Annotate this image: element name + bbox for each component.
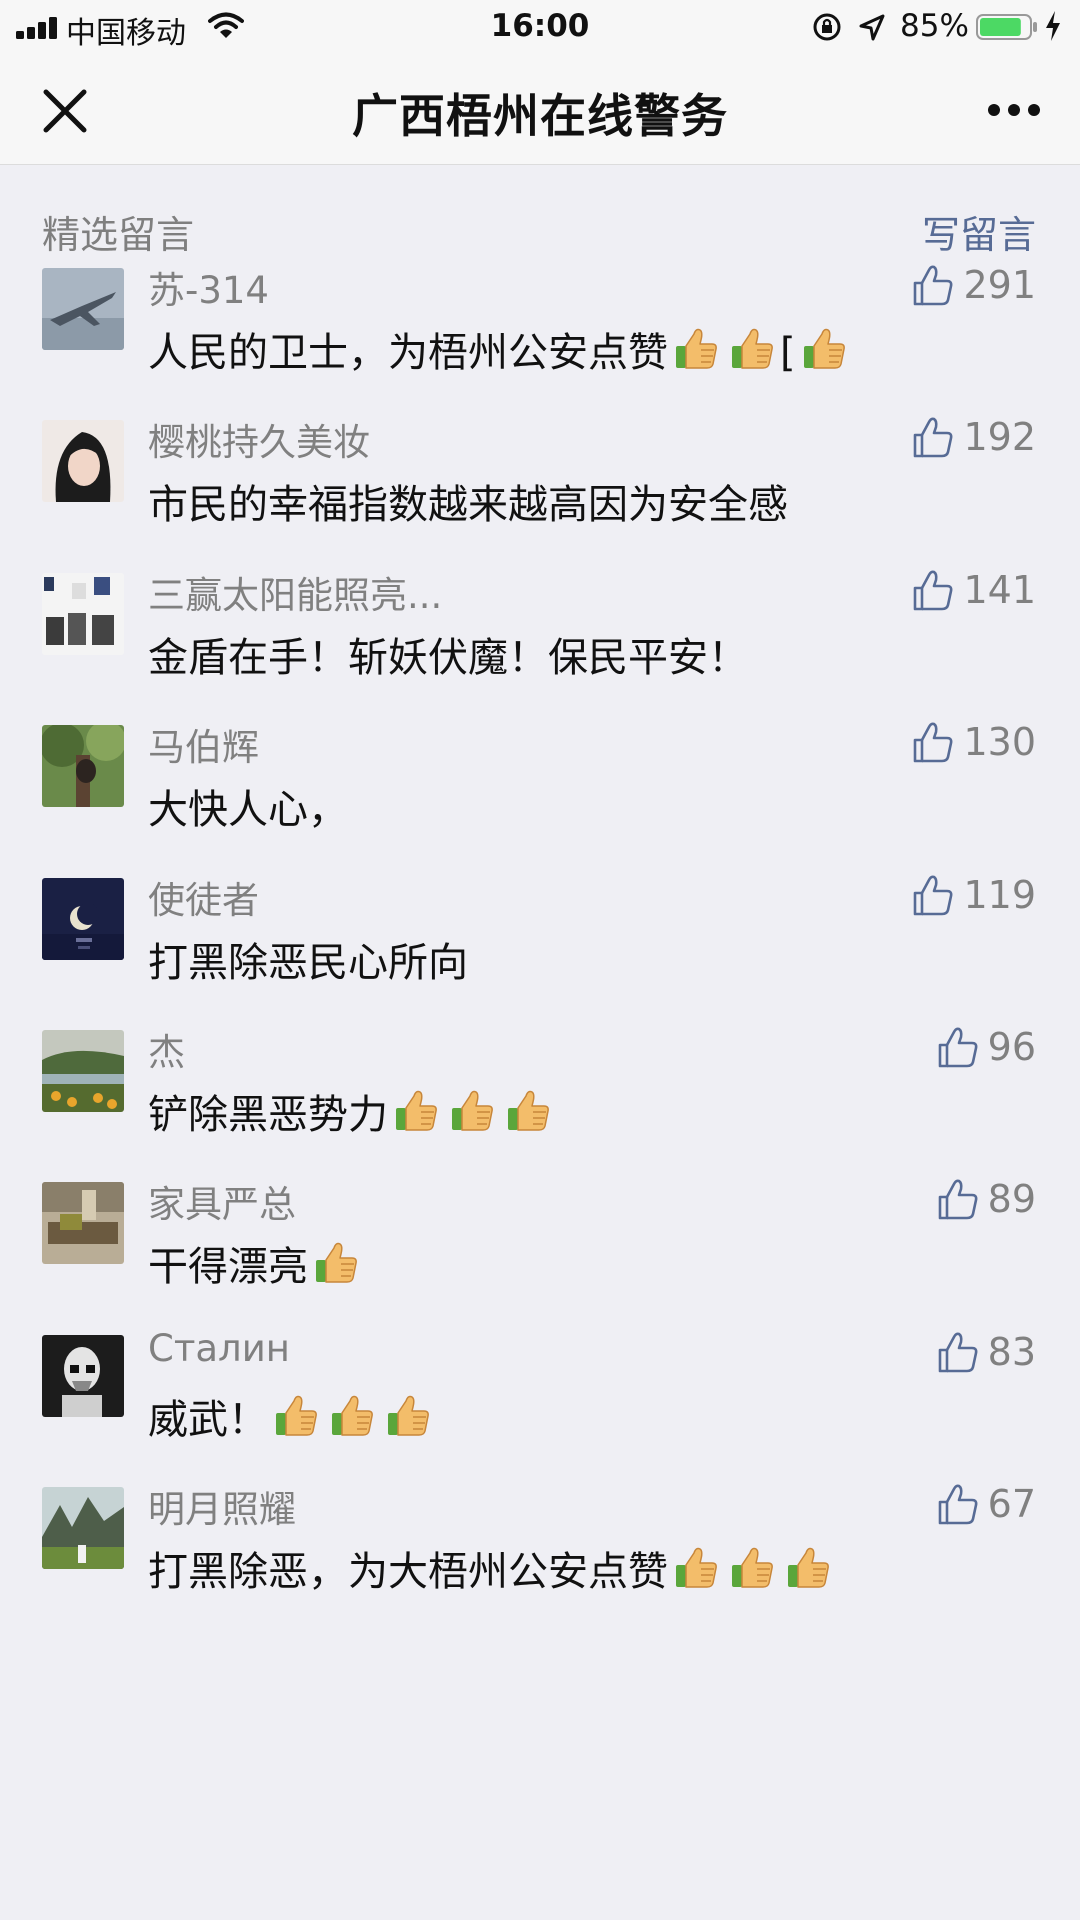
avatar[interactable] bbox=[42, 268, 124, 350]
like-button[interactable]: 141 bbox=[911, 565, 1036, 615]
thumb-up-icon bbox=[911, 568, 955, 612]
avatar[interactable] bbox=[42, 1487, 124, 1570]
comment-text: 打黑除恶，为大梧州公安点赞 bbox=[148, 1539, 836, 1597]
avatar[interactable] bbox=[42, 1334, 124, 1417]
thumbs-up-emoji-icon bbox=[670, 322, 722, 374]
thumbs-up-emoji-icon bbox=[782, 1541, 834, 1593]
thumbs-up-emoji-icon bbox=[390, 1084, 442, 1136]
thumbs-up-emoji-icon bbox=[502, 1084, 554, 1136]
comment-text-body: 大快人心， bbox=[148, 787, 348, 834]
like-button[interactable]: 96 bbox=[936, 1022, 1036, 1072]
comment-text: 打黑除恶民心所向 bbox=[148, 930, 468, 988]
thumbs-up-emoji-icon bbox=[382, 1389, 434, 1441]
avatar[interactable] bbox=[42, 877, 124, 960]
comment-nickname: 三赢太阳能照亮... bbox=[148, 573, 443, 617]
thumb-up-icon bbox=[936, 1177, 980, 1221]
thumb-up-icon bbox=[936, 1330, 980, 1374]
like-button[interactable]: 291 bbox=[911, 260, 1036, 310]
like-count: 67 bbox=[987, 1482, 1036, 1527]
comment-text-body: 干得漂亮 bbox=[148, 1244, 308, 1291]
comment-item: 明月照耀打黑除恶，为大梧州公安点赞 67 bbox=[0, 1482, 1080, 1673]
comment-list: 苏-314 人民的卫士，为梧州公安点赞 [291 樱桃持久美妆 市民的幸福指数越来越高因… bbox=[0, 0, 1080, 1920]
comment-nickname: Сталин bbox=[148, 1326, 290, 1370]
thumb-up-icon bbox=[936, 1025, 980, 1069]
like-button[interactable]: 119 bbox=[911, 870, 1036, 920]
thumbs-up-emoji-icon bbox=[670, 1541, 722, 1593]
like-count: 83 bbox=[987, 1329, 1036, 1374]
thumbs-up-emoji-icon bbox=[326, 1389, 378, 1441]
comment-text-body: 打黑除恶民心所向 bbox=[148, 939, 468, 986]
comment-text: 人民的卫士，为梧州公安点赞 [ bbox=[148, 320, 852, 378]
comment-text-body: 铲除黑恶势力 bbox=[148, 1092, 388, 1138]
thumbs-up-emoji-icon bbox=[446, 1084, 498, 1136]
comment-text: 干得漂亮 bbox=[148, 1234, 364, 1292]
like-count: 192 bbox=[963, 415, 1036, 460]
avatar[interactable] bbox=[42, 420, 124, 503]
comment-text: 市民的幸福指数越来越高因为安全感 bbox=[148, 472, 788, 530]
like-count: 96 bbox=[987, 1025, 1036, 1069]
comment-text-body: 人民的卫士，为梧州公安点赞 bbox=[148, 330, 668, 376]
thumb-up-icon bbox=[911, 873, 955, 917]
comment-text-body: 市民的幸福指数越来越高因为安全感 bbox=[148, 482, 788, 529]
thumb-up-icon bbox=[936, 1482, 980, 1526]
comment-text: 金盾在手！斩妖伏魔！保民平安！ bbox=[148, 625, 748, 683]
thumbs-up-emoji-icon bbox=[726, 322, 778, 374]
like-count: 141 bbox=[963, 567, 1036, 612]
like-button[interactable]: 89 bbox=[936, 1174, 1036, 1224]
avatar[interactable] bbox=[42, 1030, 124, 1112]
comment-nickname: 苏-314 bbox=[148, 269, 269, 312]
like-count: 130 bbox=[963, 720, 1036, 765]
thumbs-up-emoji-icon bbox=[310, 1236, 362, 1288]
comment-nickname: 明月照耀 bbox=[148, 1488, 296, 1532]
thumbs-up-emoji-icon bbox=[798, 322, 850, 374]
like-count: 119 bbox=[963, 872, 1036, 917]
avatar[interactable] bbox=[42, 1182, 124, 1265]
comment-text: 铲除黑恶势力 bbox=[148, 1082, 556, 1140]
comment-text: 威武！ bbox=[148, 1387, 436, 1445]
avatar[interactable] bbox=[42, 572, 124, 655]
comment-nickname: 樱桃持久美妆 bbox=[148, 421, 370, 465]
comment-text: 大快人心， bbox=[148, 777, 348, 835]
like-button[interactable]: 192 bbox=[911, 412, 1036, 462]
comment-text-body: 打黑除恶，为大梧州公安点赞 bbox=[148, 1549, 668, 1596]
comment-text-body: 威武！ bbox=[148, 1396, 268, 1443]
thumb-up-icon bbox=[911, 263, 955, 307]
thumb-up-icon bbox=[911, 415, 955, 459]
comment-nickname: 马伯辉 bbox=[148, 726, 259, 770]
comment-nickname: 杰 bbox=[148, 1031, 185, 1074]
thumbs-up-emoji-icon bbox=[726, 1541, 778, 1593]
comment-nickname: 家具严总 bbox=[148, 1183, 296, 1227]
comment-text-suffix: [ bbox=[780, 330, 796, 376]
like-button[interactable]: 83 bbox=[936, 1327, 1036, 1377]
comment-nickname: 使徒者 bbox=[148, 878, 259, 922]
like-button[interactable]: 67 bbox=[936, 1479, 1036, 1529]
thumbs-up-emoji-icon bbox=[270, 1389, 322, 1441]
avatar[interactable] bbox=[42, 725, 124, 808]
comment-text-body: 金盾在手！斩妖伏魔！保民平安！ bbox=[148, 634, 748, 681]
like-button[interactable]: 130 bbox=[911, 717, 1036, 767]
like-count: 89 bbox=[987, 1177, 1036, 1222]
like-count: 291 bbox=[963, 263, 1036, 307]
thumb-up-icon bbox=[911, 720, 955, 764]
